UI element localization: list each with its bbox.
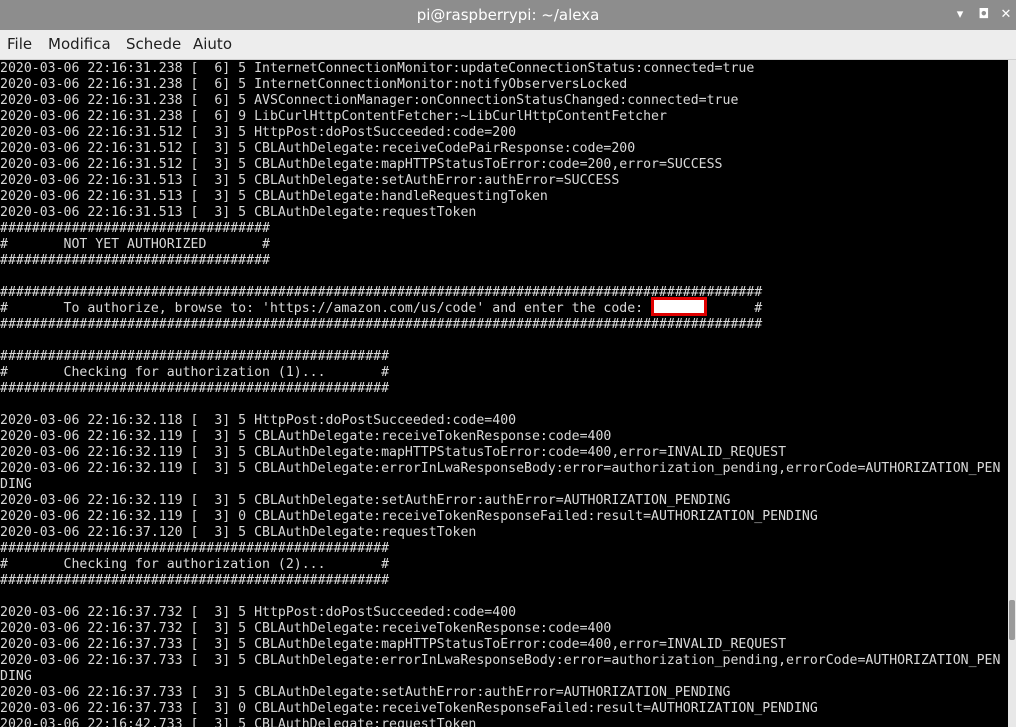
minimize-icon[interactable]: ▾ [948,3,972,27]
title-bar[interactable]: pi@raspberrypi: ~/alexa ▾ ◘ ✕ [0,0,1016,30]
terminal-line: # Checking for authorization (1)... # [0,365,390,380]
terminal-line: 2020-03-06 22:16:31.238 [ 6] 5 InternetC… [0,61,755,76]
terminal-line: ########################################… [0,349,390,364]
terminal-line: 2020-03-06 22:16:31.238 [ 6] 9 LibCurlHt… [0,109,667,124]
terminal-line: # To authorize, browse to: 'https://amaz… [0,301,763,316]
terminal-line: 2020-03-06 22:16:32.119 [ 3] 5 CBLAuthDe… [0,493,731,508]
terminal-line: ########################################… [0,381,390,396]
terminal-line: 2020-03-06 22:16:32.119 [ 3] 5 CBLAuthDe… [0,461,1001,476]
terminal-line: 2020-03-06 22:16:32.118 [ 3] 5 HttpPost:… [0,413,517,428]
maximize-icon[interactable]: ◘ [972,3,996,27]
menu-file[interactable]: File [7,30,32,59]
terminal-line: 2020-03-06 22:16:31.513 [ 3] 5 CBLAuthDe… [0,205,477,220]
terminal-line: 2020-03-06 22:16:37.733 [ 3] 5 CBLAuthDe… [0,685,731,700]
terminal-line: 2020-03-06 22:16:37.732 [ 3] 5 HttpPost:… [0,605,517,620]
terminal-line: 2020-03-06 22:16:32.119 [ 3] 0 CBLAuthDe… [0,509,818,524]
terminal-line: ########################################… [0,285,763,300]
menu-modifica[interactable]: Modifica [48,30,111,59]
menu-bar: File Modifica Schede Aiuto [0,30,1016,60]
terminal-line: 2020-03-06 22:16:31.512 [ 3] 5 CBLAuthDe… [0,157,723,172]
terminal-line: DING [0,669,32,684]
terminal-line: 2020-03-06 22:16:37.120 [ 3] 5 CBLAuthDe… [0,525,477,540]
menu-schede[interactable]: Schede [126,30,181,59]
terminal-line: 2020-03-06 22:16:31.513 [ 3] 5 CBLAuthDe… [0,189,548,204]
terminal-line: 2020-03-06 22:16:42.733 [ 3] 5 CBLAuthDe… [0,717,477,727]
terminal-line: 2020-03-06 22:16:31.512 [ 3] 5 CBLAuthDe… [0,141,636,156]
terminal-line: 2020-03-06 22:16:31.238 [ 6] 5 AVSConnec… [0,93,739,108]
terminal-line: 2020-03-06 22:16:31.238 [ 6] 5 InternetC… [0,77,628,92]
terminal-line: # Checking for authorization (2)... # [0,557,390,572]
terminal-line: 2020-03-06 22:16:37.732 [ 3] 5 CBLAuthDe… [0,621,612,636]
redacted-code-box [651,297,707,316]
scrollbar[interactable] [1008,60,1016,727]
close-icon[interactable]: ✕ [994,3,1016,27]
terminal-line: 2020-03-06 22:16:37.733 [ 3] 5 CBLAuthDe… [0,637,787,652]
terminal-window: pi@raspberrypi: ~/alexa ▾ ◘ ✕ File Modif… [0,0,1016,727]
terminal-line: 2020-03-06 22:16:37.733 [ 3] 5 CBLAuthDe… [0,653,1001,668]
terminal-line: DING [0,477,32,492]
terminal-line: 2020-03-06 22:16:32.119 [ 3] 5 CBLAuthDe… [0,445,787,460]
terminal-line: # NOT YET AUTHORIZED # [0,237,270,252]
terminal-line: ################################## [0,221,270,236]
terminal-line: ################################## [0,253,270,268]
terminal-line: 2020-03-06 22:16:37.733 [ 3] 0 CBLAuthDe… [0,701,818,716]
terminal-line: 2020-03-06 22:16:31.513 [ 3] 5 CBLAuthDe… [0,173,620,188]
scrollbar-thumb[interactable] [1009,600,1015,640]
terminal-line: ########################################… [0,541,390,556]
window-title: pi@raspberrypi: ~/alexa [416,6,600,24]
terminal-line: ########################################… [0,317,763,332]
terminal-line: 2020-03-06 22:16:32.119 [ 3] 5 CBLAuthDe… [0,429,612,444]
terminal-line: 2020-03-06 22:16:31.512 [ 3] 5 HttpPost:… [0,125,517,140]
terminal-output[interactable]: 2020-03-06 22:16:31.238 [ 6] 5 InternetC… [0,60,1008,727]
terminal-line: ########################################… [0,573,390,588]
menu-aiuto[interactable]: Aiuto [193,30,232,59]
